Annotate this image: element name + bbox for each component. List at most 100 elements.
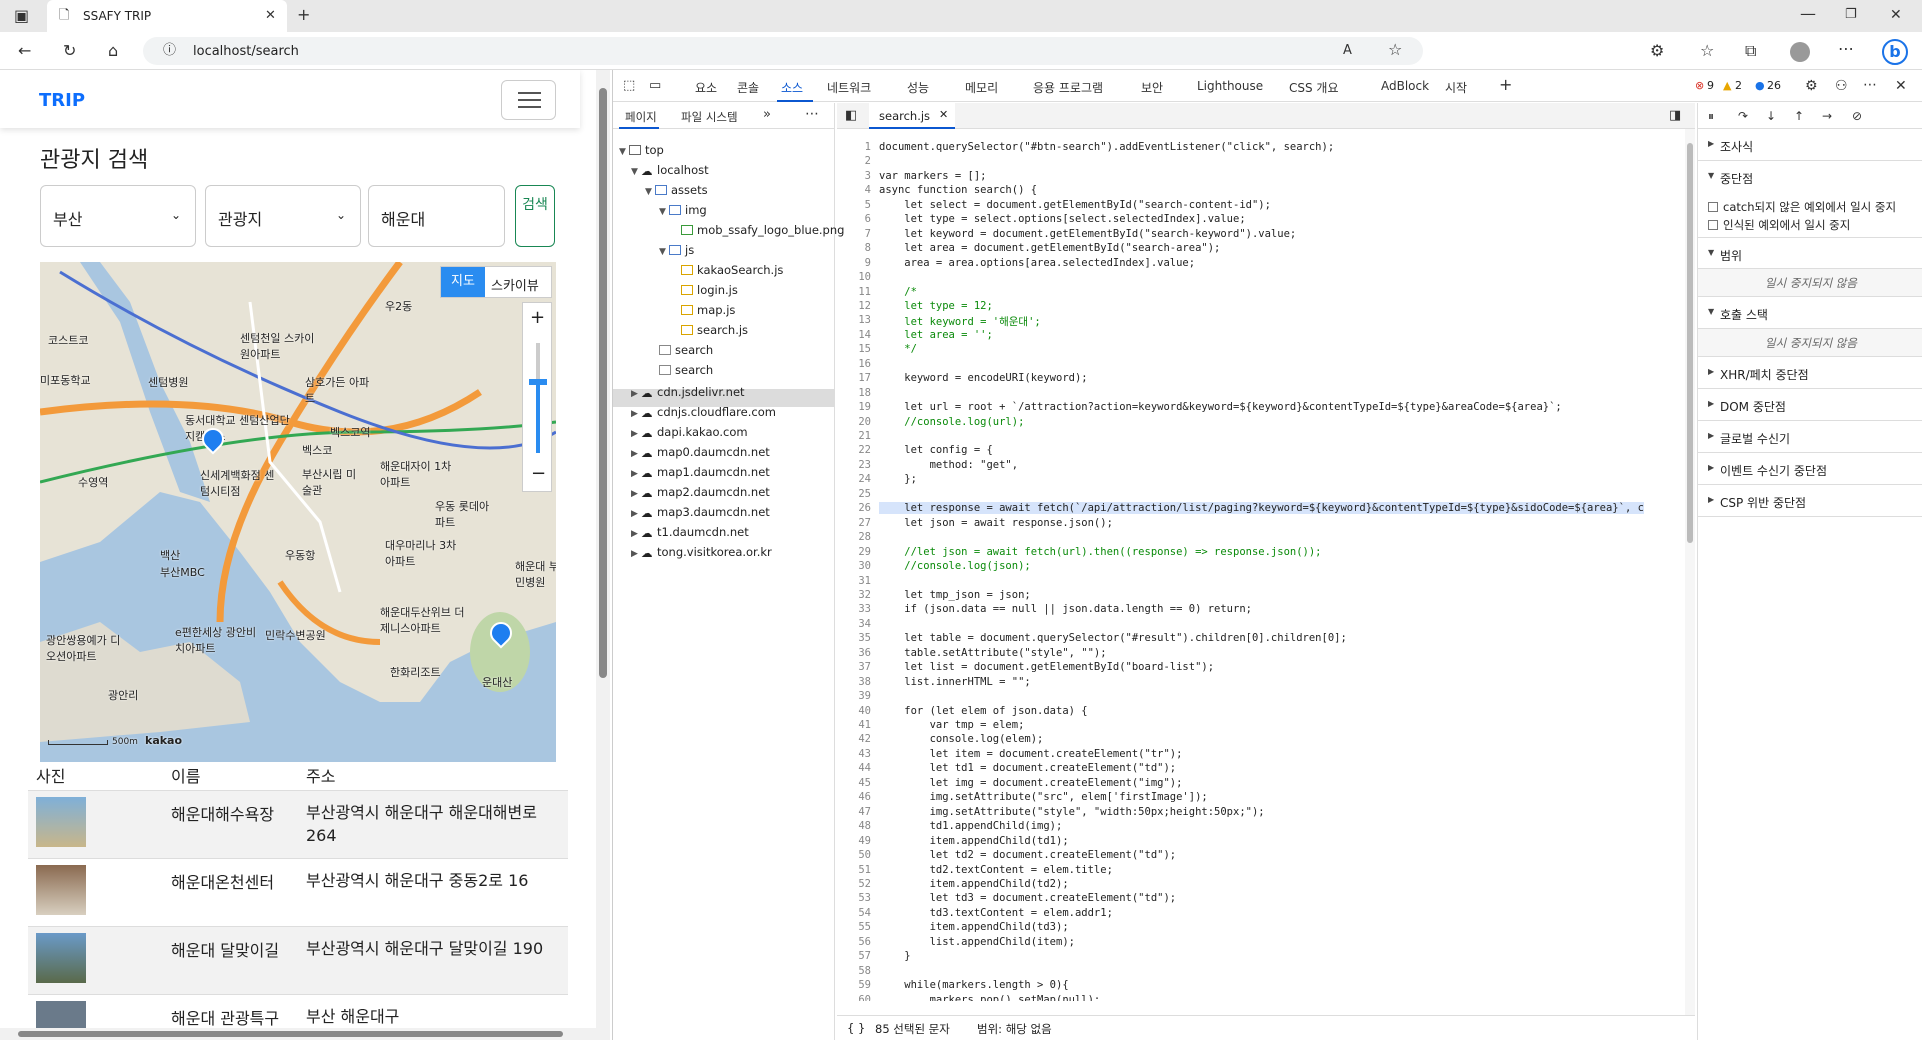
favorites-icon[interactable]: ☆: [1700, 43, 1714, 59]
toggle-debugger-icon[interactable]: ◨: [1669, 108, 1681, 124]
customize-icon[interactable]: ⚇: [1835, 78, 1848, 94]
deactivate-breakpoints-icon[interactable]: ⊘: [1852, 108, 1862, 124]
line-number[interactable]: 33: [837, 603, 871, 615]
line-number[interactable]: 43: [837, 748, 871, 760]
more-icon[interactable]: ⋯: [1838, 41, 1854, 57]
brand-logo[interactable]: TRIP: [39, 90, 85, 111]
tab-security[interactable]: 보안: [1141, 79, 1163, 96]
line-number[interactable]: 4: [837, 184, 871, 196]
menu-toggle-button[interactable]: [501, 80, 556, 120]
tree-top[interactable]: ▼ top: [619, 143, 664, 157]
checkbox-caught[interactable]: 인식된 예외에서 일시 중지: [1708, 217, 1850, 233]
tree-localhost[interactable]: ▼ ☁ localhost: [631, 163, 709, 178]
nav-menu-icon[interactable]: ⋯: [805, 106, 819, 122]
section-event[interactable]: ▶ 이벤트 수신기 중단점: [1698, 453, 1922, 485]
tree-file[interactable]: search: [659, 363, 713, 377]
line-number[interactable]: 34: [837, 618, 871, 630]
tab-adblock[interactable]: AdBlock: [1381, 79, 1429, 93]
tree-domain[interactable]: ▶ ☁ cdnjs.cloudflare.com: [631, 405, 776, 420]
checkbox-uncaught[interactable]: catch되지 않은 예외에서 일시 중지: [1708, 199, 1896, 215]
section-call-stack[interactable]: ▼ 호출 스택: [1698, 297, 1922, 329]
section-watch[interactable]: ▶ 조사식: [1698, 129, 1922, 161]
line-number[interactable]: 3: [837, 170, 871, 182]
area-select[interactable]: 부산 ⌄: [40, 185, 196, 247]
line-number[interactable]: 1: [837, 141, 871, 153]
inspect-icon[interactable]: ⬚: [623, 78, 635, 94]
line-number[interactable]: 57: [837, 950, 871, 962]
line-number[interactable]: 15: [837, 343, 871, 355]
tab-console[interactable]: 콘솔: [737, 79, 759, 96]
tree-domain[interactable]: ▶ ☁ dapi.kakao.com: [631, 425, 748, 440]
tab-css-overview[interactable]: CSS 개요: [1289, 79, 1339, 96]
line-number[interactable]: 25: [837, 488, 871, 500]
tree-domain[interactable]: ▶ ☁ cdn.jsdelivr.net: [631, 385, 745, 400]
line-number[interactable]: 17: [837, 372, 871, 384]
line-number[interactable]: 40: [837, 705, 871, 717]
step-icon[interactable]: →: [1822, 108, 1832, 124]
read-aloud-icon[interactable]: A: [1343, 43, 1352, 59]
error-count[interactable]: 9: [1707, 79, 1714, 92]
browser-tab[interactable]: 🗋 SSAFY TRIP ✕: [47, 0, 287, 32]
restore-icon[interactable]: ❐: [1845, 7, 1857, 23]
step-into-icon[interactable]: ↓: [1766, 108, 1776, 124]
back-icon[interactable]: ←: [18, 43, 31, 59]
line-number[interactable]: 19: [837, 401, 871, 413]
line-number[interactable]: 56: [837, 936, 871, 948]
line-number[interactable]: 20: [837, 416, 871, 428]
editor-tab[interactable]: search.js ✕: [869, 103, 955, 129]
line-number[interactable]: 26: [837, 502, 871, 514]
page-scrollbar[interactable]: [596, 70, 610, 1040]
line-number[interactable]: 2: [837, 155, 871, 167]
line-number[interactable]: 44: [837, 762, 871, 774]
zoom-in-icon[interactable]: +: [530, 307, 545, 328]
new-tab-icon[interactable]: +: [297, 7, 310, 23]
line-number[interactable]: 54: [837, 907, 871, 919]
line-number[interactable]: 51: [837, 864, 871, 876]
type-select[interactable]: 관광지 ⌄: [205, 185, 361, 247]
tree-file[interactable]: search: [659, 343, 713, 357]
window-close-icon[interactable]: ✕: [1890, 7, 1902, 23]
toggle-navigator-icon[interactable]: ◧: [845, 108, 857, 124]
tree-file[interactable]: map.js: [681, 303, 735, 317]
message-count[interactable]: 26: [1767, 79, 1781, 92]
line-number[interactable]: 5: [837, 199, 871, 211]
code-lines[interactable]: 1 document.querySelector("#btn-search").a…: [837, 141, 1687, 1001]
section-global[interactable]: ▶ 글로벌 수신기: [1698, 421, 1922, 453]
home-icon[interactable]: ⌂: [108, 43, 118, 59]
tree-domain[interactable]: ▶ ☁ map1.daumcdn.net: [631, 465, 770, 480]
table-row[interactable]: 해운대 달맞이길 부산광역시 해운대구 달맞이길 190: [28, 926, 568, 994]
horizontal-scrollbar[interactable]: [0, 1028, 596, 1040]
close-devtools-icon[interactable]: ✕: [1895, 78, 1907, 94]
line-number[interactable]: 27: [837, 517, 871, 529]
tree-assets[interactable]: ▼ assets: [645, 183, 708, 197]
line-number[interactable]: 48: [837, 820, 871, 832]
tree-file[interactable]: kakaoSearch.js: [681, 263, 783, 277]
line-number[interactable]: 6: [837, 213, 871, 225]
bing-icon[interactable]: b: [1882, 39, 1908, 65]
line-number[interactable]: 53: [837, 892, 871, 904]
line-number[interactable]: 12: [837, 300, 871, 312]
avatar[interactable]: [1790, 42, 1810, 62]
line-number[interactable]: 52: [837, 878, 871, 890]
line-number[interactable]: 29: [837, 546, 871, 558]
line-number[interactable]: 9: [837, 257, 871, 269]
line-number[interactable]: 30: [837, 560, 871, 572]
line-number[interactable]: 39: [837, 690, 871, 702]
tab-actions-icon[interactable]: ▣: [14, 8, 29, 24]
device-icon[interactable]: ▭: [649, 78, 661, 94]
minimize-icon[interactable]: —: [1800, 6, 1816, 22]
line-number[interactable]: 22: [837, 444, 871, 456]
tab-application[interactable]: 응용 프로그램: [1033, 79, 1103, 96]
line-number[interactable]: 47: [837, 806, 871, 818]
tree-js[interactable]: ▼ js: [659, 243, 694, 257]
line-number[interactable]: 50: [837, 849, 871, 861]
line-number[interactable]: 37: [837, 661, 871, 673]
tree-domain[interactable]: ▶ ☁ tong.visitkorea.or.kr: [631, 545, 772, 560]
tab-network[interactable]: 네트워크: [827, 79, 871, 96]
line-number[interactable]: 14: [837, 329, 871, 341]
nav-tab-page[interactable]: 페이지: [625, 109, 657, 125]
tree-domain[interactable]: ▶ ☁ map0.daumcdn.net: [631, 445, 770, 460]
section-dom[interactable]: ▶ DOM 중단점: [1698, 389, 1922, 421]
section-xhr[interactable]: ▶ XHR/페치 중단점: [1698, 357, 1922, 389]
address-bar[interactable]: ⓘ localhost/search A ☆: [143, 37, 1423, 65]
